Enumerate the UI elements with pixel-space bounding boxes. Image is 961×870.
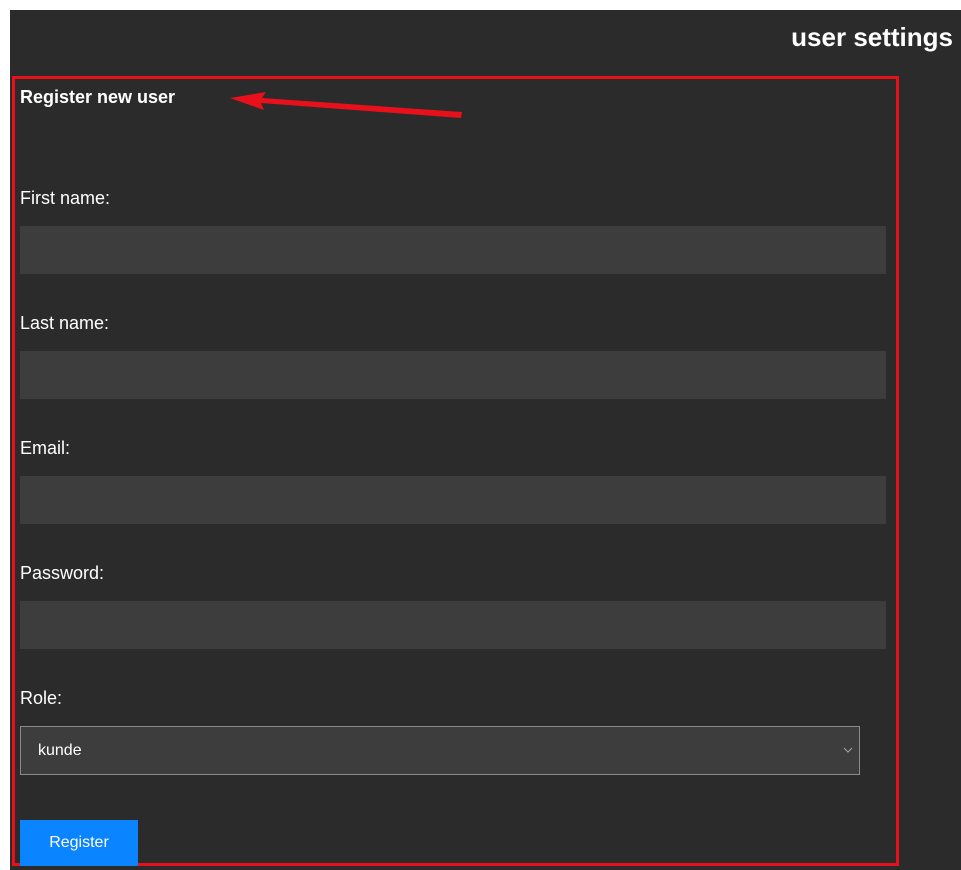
chevron-down-icon: [843, 747, 853, 753]
register-button[interactable]: Register: [20, 820, 138, 866]
register-user-panel: Register new user First name: Last name:…: [12, 76, 899, 866]
last-name-input[interactable]: [20, 351, 886, 399]
password-label: Password:: [20, 563, 105, 583]
email-label: Email:: [20, 438, 71, 458]
role-selected-value: kunde: [38, 741, 82, 759]
role-label: Role:: [20, 688, 63, 708]
arrow-left-icon: [230, 92, 462, 118]
page-title: user settings: [791, 22, 953, 52]
last-name-label: Last name:: [20, 313, 110, 333]
user-settings-page: user settings Register new user First na…: [10, 10, 961, 870]
section-title: Register new user: [20, 87, 176, 107]
email-input[interactable]: [20, 476, 886, 524]
password-input[interactable]: [20, 601, 886, 649]
first-name-input[interactable]: [20, 226, 886, 274]
role-select[interactable]: kunde: [20, 726, 860, 775]
first-name-label: First name:: [20, 188, 111, 208]
